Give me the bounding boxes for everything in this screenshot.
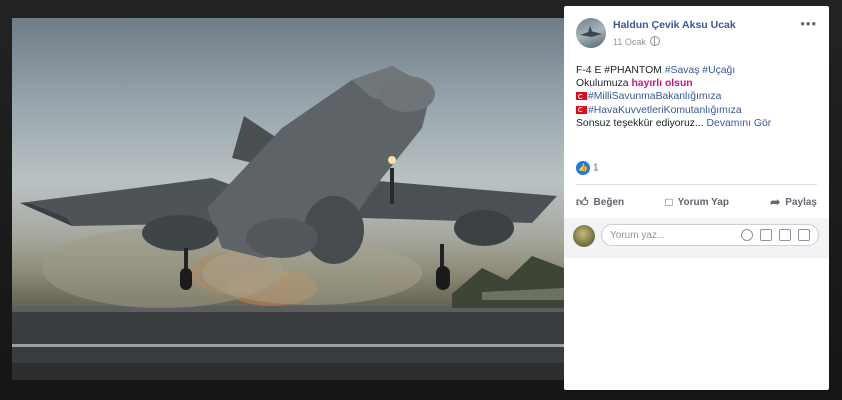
comment-input[interactable] [610,229,730,242]
speech-bubble-icon: □ [665,195,673,209]
hashtag-link[interactable]: #MilliSavunmaBakanlığımıza [588,91,721,102]
comment-label: Yorum Yap [677,196,729,208]
post-side-panel: Haldun Çevik Aksu Ucak 11 Ocak ••• F-4 E… [564,6,829,390]
hashtag-link[interactable]: #Uçağı [702,65,735,76]
emoji-icon[interactable] [741,229,753,241]
comment-button[interactable]: □ Yorum Yap [665,195,729,209]
divider [576,184,817,185]
thumbs-up-icon: 👍︎ [576,194,589,209]
hashtag-link[interactable]: #HavaKuvvetleriKomutanlığımıza [588,105,742,116]
share-label: Paylaş [785,196,817,208]
gif-icon[interactable] [779,229,791,241]
post-text-span: F-4 E #PHANTOM [576,65,665,76]
globe-icon [649,36,660,46]
post-text-line: #HavaKuvvetleriKomutanlığımıza [576,104,821,117]
camera-icon[interactable] [760,229,772,241]
share-arrow-icon: ➦ [770,195,781,209]
hashtag-link[interactable]: #Savaş [665,65,700,76]
comment-tools [741,229,810,241]
comment-input-wrapper [601,224,819,246]
post-meta: 11 Ocak [613,36,660,47]
post-text-line: F-4 E #PHANTOM #Savaş #Uçağı [576,64,821,77]
post-text-line: Sonsuz teşekkür ediyoruz... Devamını Gör [576,117,821,130]
sticker-icon[interactable] [798,229,810,241]
like-label: Beğen [593,196,625,208]
post-text: F-4 E #PHANTOM #Savaş #Uçağı Okulumuza ha… [576,64,821,130]
like-button[interactable]: 👍︎ Beğen [576,195,624,210]
reactions-summary[interactable]: 👍 1 [576,161,599,177]
turkish-flag-icon [576,92,587,101]
post-photo[interactable] [12,18,564,380]
avatar-jet-icon [580,26,602,37]
see-more-link[interactable]: Devamını Gör [707,118,772,129]
post-text-span: hayırlı olsun [631,78,693,90]
jet-illustration [12,66,564,380]
turkish-flag-icon [576,105,587,114]
post-date[interactable]: 11 Ocak [613,37,646,47]
more-options-icon[interactable]: ••• [800,16,817,31]
post-text-line: #MilliSavunmaBakanlığımıza [576,90,821,103]
author-name[interactable]: Haldun Çevik Aksu Ucak [613,19,736,31]
viewer-avatar [573,225,595,247]
post-actions: 👍︎ Beğen □ Yorum Yap ➦ Paylaş [576,190,817,214]
share-button[interactable]: ➦ Paylaş [770,195,817,209]
post-text-line: Okulumuza hayırlı olsun [576,77,821,90]
reaction-count: 1 [593,162,599,174]
like-reaction-icon: 👍 [576,161,590,175]
comment-composer [564,218,829,258]
post-header: Haldun Çevik Aksu Ucak 11 Ocak ••• [564,6,829,54]
post-text-span: Okulumuza [576,78,632,90]
post-text-span: Sonsuz teşekkür ediyoruz... [576,117,707,129]
author-avatar[interactable] [576,18,606,48]
